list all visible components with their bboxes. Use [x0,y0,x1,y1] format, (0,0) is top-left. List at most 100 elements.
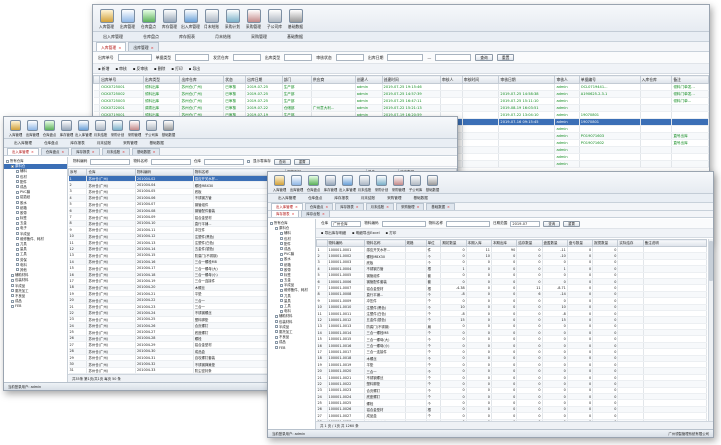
header-cell[interactable]: 出库类型 [142,75,181,84]
reset-button[interactable]: 重置 [496,54,515,61]
toolbar-button-4[interactable]: 出入库管理 [181,9,200,30]
menu-item-5[interactable]: 基础数据 [287,34,303,40]
material-code-input[interactable] [381,220,426,227]
action-button-3[interactable]: ▪ 删除 [154,66,165,72]
header-cell[interactable]: 单位 [425,239,442,247]
warehouse-select[interactable]: 广州仓库 [331,220,362,227]
menu-item-2[interactable]: 库存报表 [179,34,195,40]
header-cell[interactable]: 供应商 [310,75,356,84]
tab-4[interactable]: 采购管理 × [396,203,425,210]
toolbar-button-3[interactable]: 库存管理 [323,175,338,192]
close-icon[interactable]: × [151,45,154,50]
action-button-2[interactable]: ▪ 打印 [386,231,397,236]
menu-item-4[interactable]: 采购管理 [123,141,137,146]
toolbar-button-8[interactable]: 子公司库 [144,120,159,137]
close-icon[interactable]: × [153,150,156,154]
header-cell[interactable]: 实际结存 [617,239,644,247]
order-no-input[interactable] [117,54,152,61]
header-cell[interactable]: 仓库 [86,168,136,176]
tab-1[interactable]: 仓库盘点 × [304,203,334,210]
tab-3[interactable]: 月末结账 × [101,148,131,155]
query-button[interactable]: 查询 [273,158,291,165]
header-cell[interactable]: 物料编码 [134,168,194,176]
menu-item-4[interactable]: 采购管理 [387,196,401,201]
toolbar-button-2[interactable]: 仓库盘点 [42,120,57,137]
menu-item-5[interactable]: 基础数据 [413,196,427,201]
header-cell[interactable]: 物料编码 [326,239,366,247]
menu-item-1[interactable]: 仓库盘点 [308,196,322,201]
action-button-4[interactable]: ▪ 打印 [171,66,182,72]
warehouse-select[interactable] [232,54,261,61]
tab-1[interactable]: 仓库盘点 × [40,148,70,155]
tab-3[interactable]: 月末结账 × [365,203,395,210]
report-scrollbar[interactable] [708,239,713,421]
tab-0[interactable]: 入库管理 × [96,42,127,51]
header-cell[interactable]: 创建时间 [381,75,441,84]
menu-item-0[interactable]: 出入库管理 [278,196,296,201]
warehouse-tree[interactable]: 所有仓库 原料仓 辅料 包材 配件 成品 PVC膜 胶水 纸箱 胶带 标签 五金 半成品 维修备件、耗材刀… [268,219,316,429]
material-code-input[interactable] [90,158,131,165]
date-from-input[interactable] [387,54,424,61]
menu-item-2[interactable]: 库存报表 [334,196,348,201]
toolbar-button-4[interactable]: 出入库管理 [75,120,92,137]
toolbar-button-7[interactable]: 采购管理 [127,120,142,137]
warehouse-select[interactable] [203,158,244,165]
close-icon[interactable]: × [92,150,95,154]
table-row[interactable]: OCK0725001 领料出库 苏州仓(广州) 已审核 2019-07-25 生产部 adm… [93,83,709,91]
toolbar-button-6[interactable]: 采购计划 [374,175,389,192]
menu-item-0[interactable]: 出入库管理 [103,34,123,40]
toolbar-button-3[interactable]: 库存管理 [59,120,74,137]
header-cell[interactable]: 盘盈数量 [541,239,568,247]
material-name-input[interactable] [445,220,490,227]
header-cell[interactable]: 备注 [671,75,709,84]
close-icon[interactable]: × [295,205,298,209]
toolbar-button-9[interactable]: 基础数据 [286,9,305,30]
zero-stock-checkbox[interactable] [246,160,250,163]
header-cell[interactable]: 规格 [404,239,427,247]
toolbar-button-5[interactable]: 月末结账 [93,120,108,137]
reset-button[interactable]: 重置 [293,158,311,165]
toolbar-button-6[interactable]: 采购计划 [110,120,125,137]
tab-2[interactable]: 库存报表 × [335,203,364,210]
toolbar-button-5[interactable]: 月末结账 [357,175,372,192]
toolbar-button-9[interactable]: 基础数据 [161,120,176,137]
menu-item-2[interactable]: 库存报表 [70,141,84,146]
toolbar-button-6[interactable]: 采购计划 [223,9,242,30]
menu-item-4[interactable]: 采购管理 [251,34,267,40]
header-cell[interactable]: 部门 [281,75,312,84]
tab-2[interactable]: 库存报表 × [71,148,100,155]
close-icon[interactable]: × [386,205,389,209]
tree-node[interactable]: FEB [268,346,315,351]
header-cell[interactable]: 备注说明 [642,239,707,247]
action-button-1[interactable]: ▪ 审核 [115,66,126,72]
header-cell[interactable] [316,239,328,247]
toolbar-button-3[interactable]: 库存管理 [160,9,179,30]
close-icon[interactable]: × [118,45,121,50]
tab-1[interactable]: 库存台账 × [301,210,330,217]
header-cell[interactable]: 审核人 [439,75,463,84]
table-row[interactable]: OCK0725003 领料出库 苏州仓(广州) 已审核 2019-07-25 生产部 adm… [93,97,709,105]
header-cell[interactable]: 创建人 [354,75,383,84]
close-icon[interactable]: × [417,205,420,209]
header-cell[interactable]: 入库仓库 [639,75,673,84]
close-icon[interactable]: × [325,205,328,209]
toolbar-button-0[interactable]: 入库管理 [97,9,116,30]
header-cell[interactable]: 审核日期 [498,75,556,84]
action-button-2[interactable]: ▪ 反审核 [133,66,148,72]
tab-0[interactable]: 出入库管理 × [271,203,303,210]
tab-5[interactable]: 基础数据 × [426,203,455,210]
header-cell[interactable]: 期初数量 [440,239,467,247]
toolbar-button-7[interactable]: 采购管理 [391,175,406,192]
header-cell[interactable]: 出库日期 [245,75,283,84]
tab-4[interactable]: 基础数据 × [132,148,161,155]
toolbar-button-1[interactable]: 出库管理 [118,9,137,30]
toolbar-button-8[interactable]: 子公司库 [408,175,423,192]
header-cell[interactable]: 序号 [68,168,88,176]
menu-item-3[interactable]: 月末结账 [215,34,231,40]
tab-0[interactable]: 库存报表 × [271,210,300,217]
query-button[interactable]: 查询 [543,220,561,227]
menu-item-3[interactable]: 月末结账 [361,196,375,201]
header-cell[interactable]: 本期出库 [490,239,518,247]
action-button-5[interactable]: ▪ 导出 [189,66,200,72]
close-icon[interactable]: × [61,150,64,154]
